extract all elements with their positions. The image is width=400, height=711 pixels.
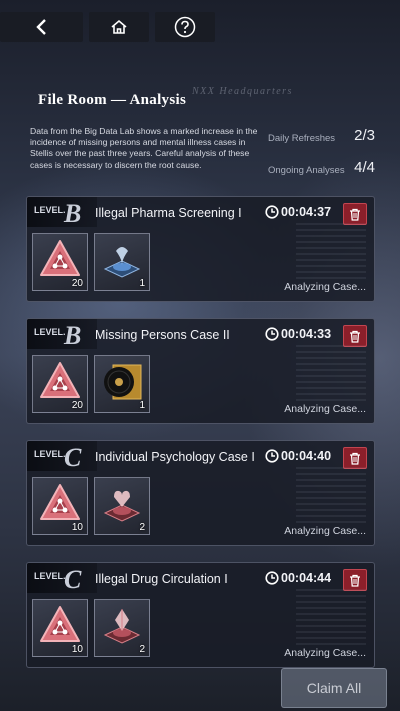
- delete-case-button[interactable]: [343, 203, 367, 225]
- level-label: LEVEL.: [34, 327, 66, 337]
- case-status: Analyzing Case...: [284, 525, 366, 537]
- case-status: Analyzing Case...: [284, 647, 366, 659]
- reward-item-slot[interactable]: 1: [94, 233, 150, 291]
- claim-all-button[interactable]: Claim All: [281, 668, 387, 708]
- case-title: Individual Psychology Case I: [95, 450, 255, 464]
- item-quantity: 2: [139, 644, 145, 655]
- delete-case-button[interactable]: [343, 325, 367, 347]
- item-quantity: 20: [71, 400, 83, 411]
- trash-icon: [350, 574, 360, 587]
- delete-case-button[interactable]: [343, 569, 367, 591]
- reward-item-slot[interactable]: 20: [32, 355, 88, 413]
- clock-icon: [265, 449, 279, 463]
- level-label: LEVEL.: [34, 449, 66, 459]
- clock-icon: [265, 571, 279, 585]
- case-card[interactable]: LEVEL. B Missing Persons Case II 00:04:33 20…: [26, 318, 375, 424]
- ongoing-analyses-value: 4/4: [354, 159, 375, 176]
- timer-value: 00:04:40: [281, 449, 332, 463]
- case-title: Missing Persons Case II: [95, 328, 230, 342]
- timer-value: 00:04:37: [281, 205, 332, 219]
- description: Data from the Big Data Lab shows a marke…: [30, 126, 258, 170]
- timer-value: 00:04:33: [281, 327, 332, 341]
- trash-icon: [350, 208, 360, 221]
- daily-refreshes-label: Daily Refreshes: [268, 133, 336, 144]
- trash-icon: [350, 330, 360, 343]
- level-label: LEVEL.: [34, 571, 66, 581]
- case-title: Illegal Drug Circulation I: [95, 572, 228, 586]
- item-quantity: 2: [139, 522, 145, 533]
- top-bar: [0, 12, 400, 42]
- delete-case-button[interactable]: [343, 447, 367, 469]
- case-card[interactable]: LEVEL. C Illegal Drug Circulation I 00:04:4…: [26, 562, 375, 668]
- level-grade: C: [64, 565, 82, 594]
- case-title: Illegal Pharma Screening I: [95, 206, 242, 220]
- page-title: File Room — Analysis: [38, 92, 187, 108]
- home-icon: [111, 19, 127, 34]
- trash-icon: [350, 452, 360, 465]
- reward-item-slot[interactable]: 2: [94, 599, 150, 657]
- case-timer: 00:04:37: [265, 205, 331, 219]
- case-card[interactable]: LEVEL. B Illegal Pharma Screening I 00:04:3…: [26, 196, 375, 302]
- case-card[interactable]: LEVEL. C Individual Psychology Case I 00:04…: [26, 440, 375, 546]
- level-label: LEVEL.: [34, 205, 66, 215]
- case-status: Analyzing Case...: [284, 403, 366, 415]
- item-quantity: 10: [71, 644, 83, 655]
- case-timer: 00:04:44: [265, 571, 331, 585]
- help-button[interactable]: [155, 12, 215, 42]
- home-button[interactable]: [89, 12, 149, 42]
- level-grade: B: [64, 321, 82, 350]
- daily-refreshes-value: 2/3: [354, 127, 375, 144]
- back-button[interactable]: [0, 12, 83, 42]
- question-icon: [174, 16, 196, 38]
- reward-item-slot[interactable]: 1: [94, 355, 150, 413]
- reward-item-slot[interactable]: 2: [94, 477, 150, 535]
- level-tag: LEVEL. B: [27, 197, 97, 228]
- item-quantity: 10: [71, 522, 83, 533]
- case-timer: 00:04:40: [265, 449, 331, 463]
- item-quantity: 1: [139, 278, 145, 289]
- level-grade: B: [64, 199, 82, 228]
- clock-icon: [265, 327, 279, 341]
- level-tag: LEVEL. C: [27, 441, 97, 472]
- item-quantity: 20: [71, 278, 83, 289]
- chevron-left-icon: [35, 19, 46, 35]
- level-tag: LEVEL. B: [27, 319, 97, 350]
- clock-icon: [265, 205, 279, 219]
- page-subtitle: NXX Headquarters: [192, 86, 293, 97]
- item-quantity: 1: [139, 400, 145, 411]
- reward-item-slot[interactable]: 10: [32, 477, 88, 535]
- reward-item-slot[interactable]: 20: [32, 233, 88, 291]
- ongoing-analyses-label: Ongoing Analyses: [268, 165, 345, 176]
- case-status: Analyzing Case...: [284, 281, 366, 293]
- level-tag: LEVEL. C: [27, 563, 97, 594]
- reward-item-slot[interactable]: 10: [32, 599, 88, 657]
- case-timer: 00:04:33: [265, 327, 331, 341]
- level-grade: C: [64, 443, 82, 472]
- timer-value: 00:04:44: [281, 571, 332, 585]
